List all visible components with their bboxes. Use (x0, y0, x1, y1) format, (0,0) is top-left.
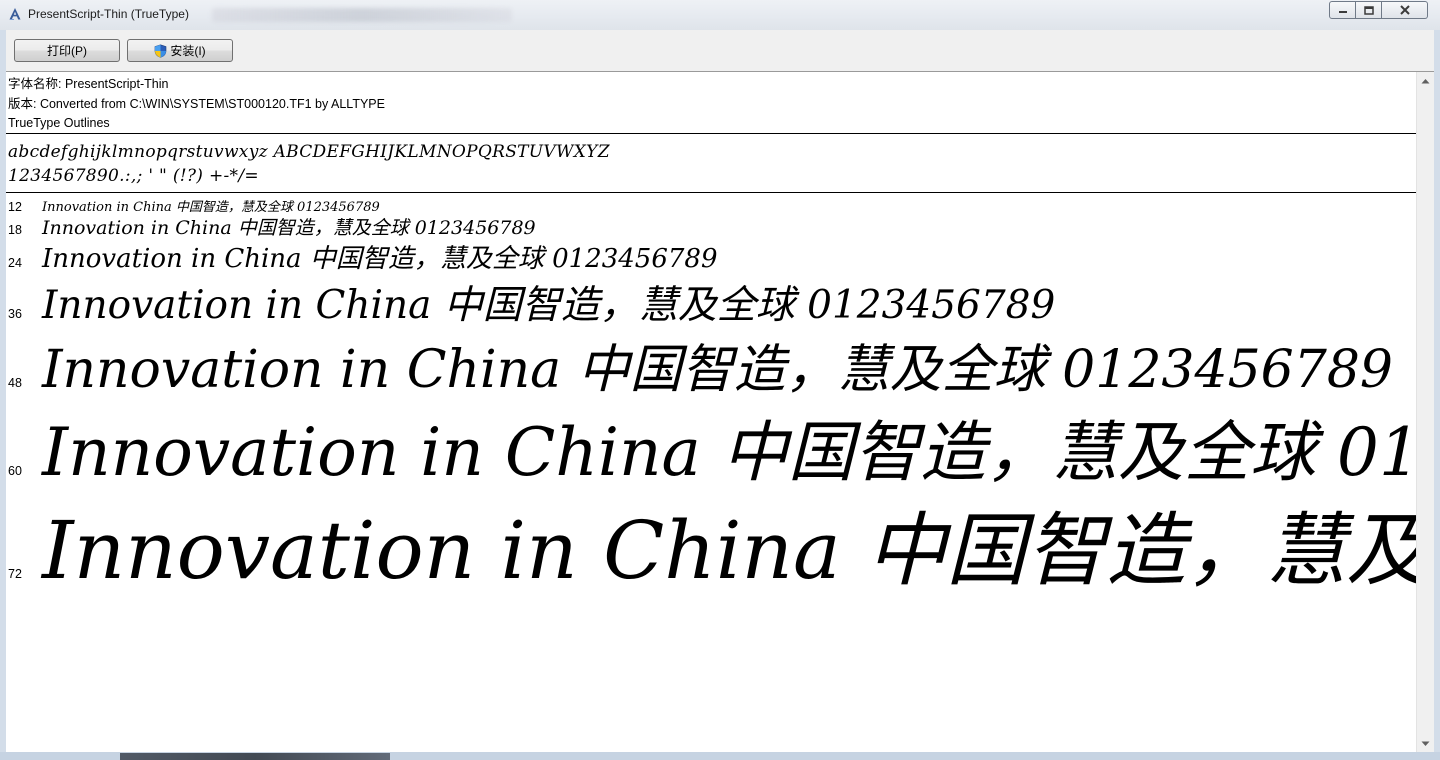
character-set: abcdefghijklmnopqrstuvwxyz ABCDEFGHIJKLM… (8, 140, 610, 188)
sample-text: Innovation in China 中国智造，慧及全球 0123456789 (42, 414, 1416, 491)
window-bottom-border (0, 752, 1440, 760)
size-label: 24 (8, 256, 22, 270)
sample-row: 36 Innovation in China 中国智造，慧及全球 0123456… (6, 274, 1416, 330)
close-icon (1399, 5, 1410, 15)
sample-text: Innovation in China 中国智造，慧及全球 0123456789 (42, 217, 536, 239)
font-info: 字体名称: PresentScript-Thin 版本: Converted f… (8, 75, 385, 134)
install-button[interactable]: 安装(I) (127, 39, 233, 62)
divider (6, 133, 1416, 134)
window-controls (1329, 1, 1428, 20)
sample-text: Innovation in China 中国智造，慧及全球 0123456789 (42, 283, 1056, 328)
vertical-scrollbar[interactable] (1416, 72, 1434, 752)
size-label: 12 (8, 200, 22, 214)
scroll-up-button[interactable] (1417, 72, 1434, 89)
sample-text: Innovation in China 中国智造，慧及全球 0123456789 (42, 340, 1394, 400)
sample-row: 18 Innovation in China 中国智造，慧及全球 0123456… (6, 213, 1416, 240)
size-label: 48 (8, 376, 22, 390)
font-version: 版本: Converted from C:\WIN\SYSTEM\ST00012… (8, 96, 385, 111)
install-button-label: 安装(I) (170, 44, 206, 58)
scroll-down-button[interactable] (1417, 735, 1434, 752)
font-preview-area: 字体名称: PresentScript-Thin 版本: Converted f… (6, 72, 1416, 752)
maximize-icon (1363, 5, 1374, 15)
print-button[interactable]: 打印(P) (14, 39, 120, 62)
close-button[interactable] (1382, 1, 1428, 19)
chevron-down-icon (1421, 741, 1430, 746)
size-label: 60 (8, 464, 22, 478)
uac-shield-icon (155, 43, 167, 58)
size-label: 18 (8, 223, 22, 237)
font-name: 字体名称: PresentScript-Thin (8, 77, 169, 91)
title-bar: PresentScript-Thin (TrueType) (0, 0, 1440, 30)
charset-symbols: 1234567890.:,; ' " (!?) +-*/= (8, 166, 259, 186)
toolbar: 打印(P) 安装(I) (6, 30, 1434, 72)
sample-text: Innovation in China 中国智造，慧及全球 0123456789 (42, 244, 718, 274)
sample-text: Innovation in China 中国智造，慧及全球 0123456789 (42, 504, 1416, 597)
charset-letters: abcdefghijklmnopqrstuvwxyz ABCDEFGHIJKLM… (8, 142, 610, 162)
sample-row: 48 Innovation in China 中国智造，慧及全球 0123456… (6, 327, 1416, 402)
divider (6, 192, 1416, 193)
print-button-label: 打印(P) (47, 44, 87, 58)
minimize-button[interactable] (1329, 1, 1356, 19)
sample-row: 72 Innovation in China 中国智造，慧及全球 0123456… (6, 486, 1416, 602)
chevron-up-icon (1421, 78, 1430, 83)
maximize-button[interactable] (1356, 1, 1382, 19)
minimize-icon (1338, 11, 1347, 13)
font-file-icon (9, 8, 21, 20)
font-type: TrueType Outlines (8, 116, 110, 130)
sample-row: 60 Innovation in China 中国智造，慧及全球 0123456… (6, 399, 1416, 495)
sample-row: 24 Innovation in China 中国智造，慧及全球 0123456… (6, 238, 1416, 275)
blurred-title-region (212, 8, 512, 22)
size-label: 36 (8, 307, 22, 321)
size-label: 72 (8, 567, 22, 581)
window-title: PresentScript-Thin (TrueType) (28, 7, 189, 21)
taskbar-glimpse (120, 753, 390, 760)
